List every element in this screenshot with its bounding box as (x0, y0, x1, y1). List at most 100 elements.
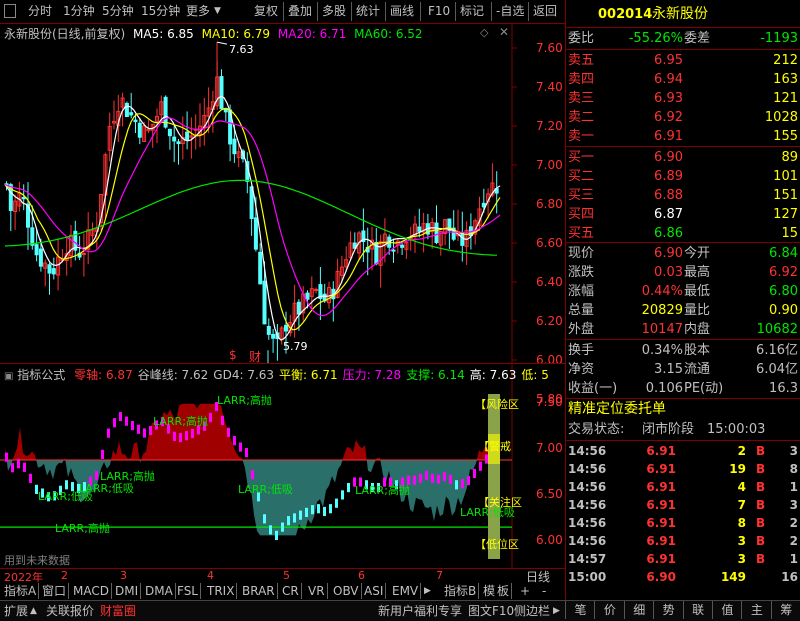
trade-price: 6.91 (646, 444, 676, 458)
tab-fenshi[interactable]: 分时 (28, 3, 52, 20)
tab-window[interactable]: 窗口 (40, 583, 70, 599)
sell-row[interactable]: 卖五 6.95 212 (566, 51, 800, 70)
zoom-in-button[interactable]: + (518, 583, 532, 599)
toolbar-menu-icon[interactable] (4, 4, 16, 18)
buy-row[interactable]: 买一 6.90 89 (566, 148, 800, 167)
sell-row[interactable]: 卖二 6.92 1028 (566, 108, 800, 127)
btn-f10-graphic[interactable]: 图文F10 (468, 603, 514, 619)
indicator-bar (341, 490, 344, 500)
date-label: 7 (436, 569, 443, 582)
sell-price: 6.92 (654, 110, 683, 125)
buy-row[interactable]: 买二 6.89 101 (566, 167, 800, 186)
tab-brar[interactable]: BRAR (240, 583, 278, 599)
zoom-out-button[interactable]: - (540, 583, 548, 599)
tab-vr[interactable]: VR (306, 583, 328, 599)
indicator-menu-icon[interactable]: ▣ (4, 371, 13, 382)
sell-row[interactable]: 卖四 6.94 163 (566, 70, 800, 89)
tab-dma[interactable]: DMA (143, 583, 176, 599)
info-value: 0.34% (641, 343, 683, 358)
tab-1min[interactable]: 1分钟 (63, 3, 95, 20)
quote-label: 涨跌 (568, 265, 595, 280)
indicator-bar (443, 471, 446, 482)
kline-chart[interactable]: 永新股份(日线,前复权) MA5: 6.85 MA10: 6.79 MA20: … (0, 23, 565, 406)
sell-label: 卖四 (568, 72, 595, 87)
quote-nav-tab[interactable]: 联 (682, 601, 713, 619)
buy-price: 6.86 (654, 226, 683, 241)
btn-fanhui[interactable]: 返回 (533, 3, 557, 20)
indicator-chart[interactable]: ▣ 指标公式 零轴: 6.87 谷峰线: 7.62 GD4: 7.63 平衡: 6.7… (0, 363, 565, 569)
btn-new-user[interactable]: 新用户福利专享 (378, 603, 462, 619)
btn-related-quote[interactable]: 关联报价 (46, 603, 94, 619)
buy-row[interactable]: 买四 6.87 127 (566, 205, 800, 224)
trade-volume: 4 (737, 480, 746, 494)
sell-label: 卖三 (568, 91, 595, 106)
btn-f10[interactable]: F10 (428, 3, 450, 20)
trade-row: 15:00 6.90 149 16 (566, 568, 800, 586)
indicator-tabs: 指标A 窗口 MACD DMI DMA FSL TRIX BRAR CR VR … (0, 582, 565, 600)
tab-5min[interactable]: 5分钟 (102, 3, 134, 20)
btn-expand[interactable]: 扩展 (4, 603, 28, 619)
info-value: 3.15 (654, 362, 683, 377)
indicator-bar (5, 452, 8, 462)
info-label: 净资 (568, 362, 595, 377)
quote-value: 6.92 (769, 265, 798, 280)
close-icon[interactable]: ✕ (499, 25, 509, 39)
trade-count: 3 (789, 498, 798, 512)
trade-volume: 2 (737, 444, 746, 458)
tab-board[interactable]: 板 (495, 583, 513, 599)
btn-diejia[interactable]: 叠加 (288, 3, 312, 20)
btn-huaxian[interactable]: 画线 (390, 3, 414, 20)
btn-fuquan[interactable]: 复权 (254, 3, 278, 20)
buy-row[interactable]: 买五 6.86 15 (566, 224, 800, 243)
tab-indicator-a[interactable]: 指标A (2, 583, 40, 599)
quote-nav-tab[interactable]: 筹 (770, 601, 800, 619)
weibi-row: 委比 -55.26% 委差 -1193 (566, 29, 800, 48)
expand-arrow-icon[interactable]: ▲ (30, 603, 37, 619)
sell-row[interactable]: 卖三 6.93 121 (566, 89, 800, 108)
tabs-more-icon[interactable]: ▶ (422, 583, 433, 599)
trade-time: 14:56 (568, 516, 607, 530)
quote-nav-tab[interactable]: 笔 (565, 601, 595, 619)
tab-emv[interactable]: EMV (390, 583, 422, 599)
tab-obv[interactable]: OBV (331, 583, 362, 599)
tab-15min[interactable]: 15分钟 (141, 3, 180, 20)
btn-tongji[interactable]: 统计 (356, 3, 380, 20)
tab-macd[interactable]: MACD (71, 583, 112, 599)
btn-wealth-circle[interactable]: 财富圈 (100, 603, 136, 619)
quote-value: 0.03 (654, 265, 683, 280)
btn-duogu[interactable]: 多股 (322, 3, 346, 20)
quote-nav-tab[interactable]: 主 (741, 601, 771, 619)
tab-fsl[interactable]: FSL (175, 583, 201, 599)
sidebar-arrow-icon[interactable]: ▶ (553, 603, 560, 619)
diamond-icon[interactable]: ◇ (480, 26, 488, 39)
indicator-bar (317, 504, 320, 514)
indicator-bar (101, 449, 104, 459)
tab-indicator-b[interactable]: 指标B (442, 583, 480, 599)
quote-label: 外盘 (568, 322, 595, 337)
quote-nav-tab[interactable]: 细 (623, 601, 654, 619)
btn-biaoji[interactable]: 标记 (460, 3, 484, 20)
tab-more[interactable]: 更多 (186, 3, 210, 20)
tab-dmi[interactable]: DMI (113, 583, 142, 599)
candle-body (266, 325, 271, 335)
indicator-name[interactable]: 指标公式 (17, 368, 65, 382)
tab-trix[interactable]: TRIX (205, 583, 238, 599)
chevron-down-icon[interactable]: ▼ (214, 3, 221, 20)
quote-nav-tab[interactable]: 价 (594, 601, 624, 619)
btn-zixuan[interactable]: -自选 (496, 3, 524, 20)
quote-nav-tab[interactable]: 势 (653, 601, 683, 619)
trade-price: 6.91 (646, 498, 676, 512)
tab-cr[interactable]: CR (280, 583, 302, 599)
quote-nav-tab[interactable]: 值 (712, 601, 742, 619)
buy-row[interactable]: 买三 6.88 151 (566, 186, 800, 205)
sell-row[interactable]: 卖一 6.91 155 (566, 127, 800, 146)
dividend-event-icon[interactable]: $ (229, 348, 237, 362)
price-tick: 7.00 (536, 158, 563, 172)
precise-order-title[interactable]: 精准定位委托单 (568, 400, 666, 419)
date-label: 6 (358, 569, 365, 582)
tab-asi[interactable]: ASI (362, 583, 387, 599)
btn-sidebar[interactable]: 侧边栏 (514, 603, 550, 619)
indicator-legend-item: 支撑: 6.14 (406, 368, 465, 382)
indicator-bar (431, 473, 434, 483)
indicator-bar (245, 448, 248, 458)
